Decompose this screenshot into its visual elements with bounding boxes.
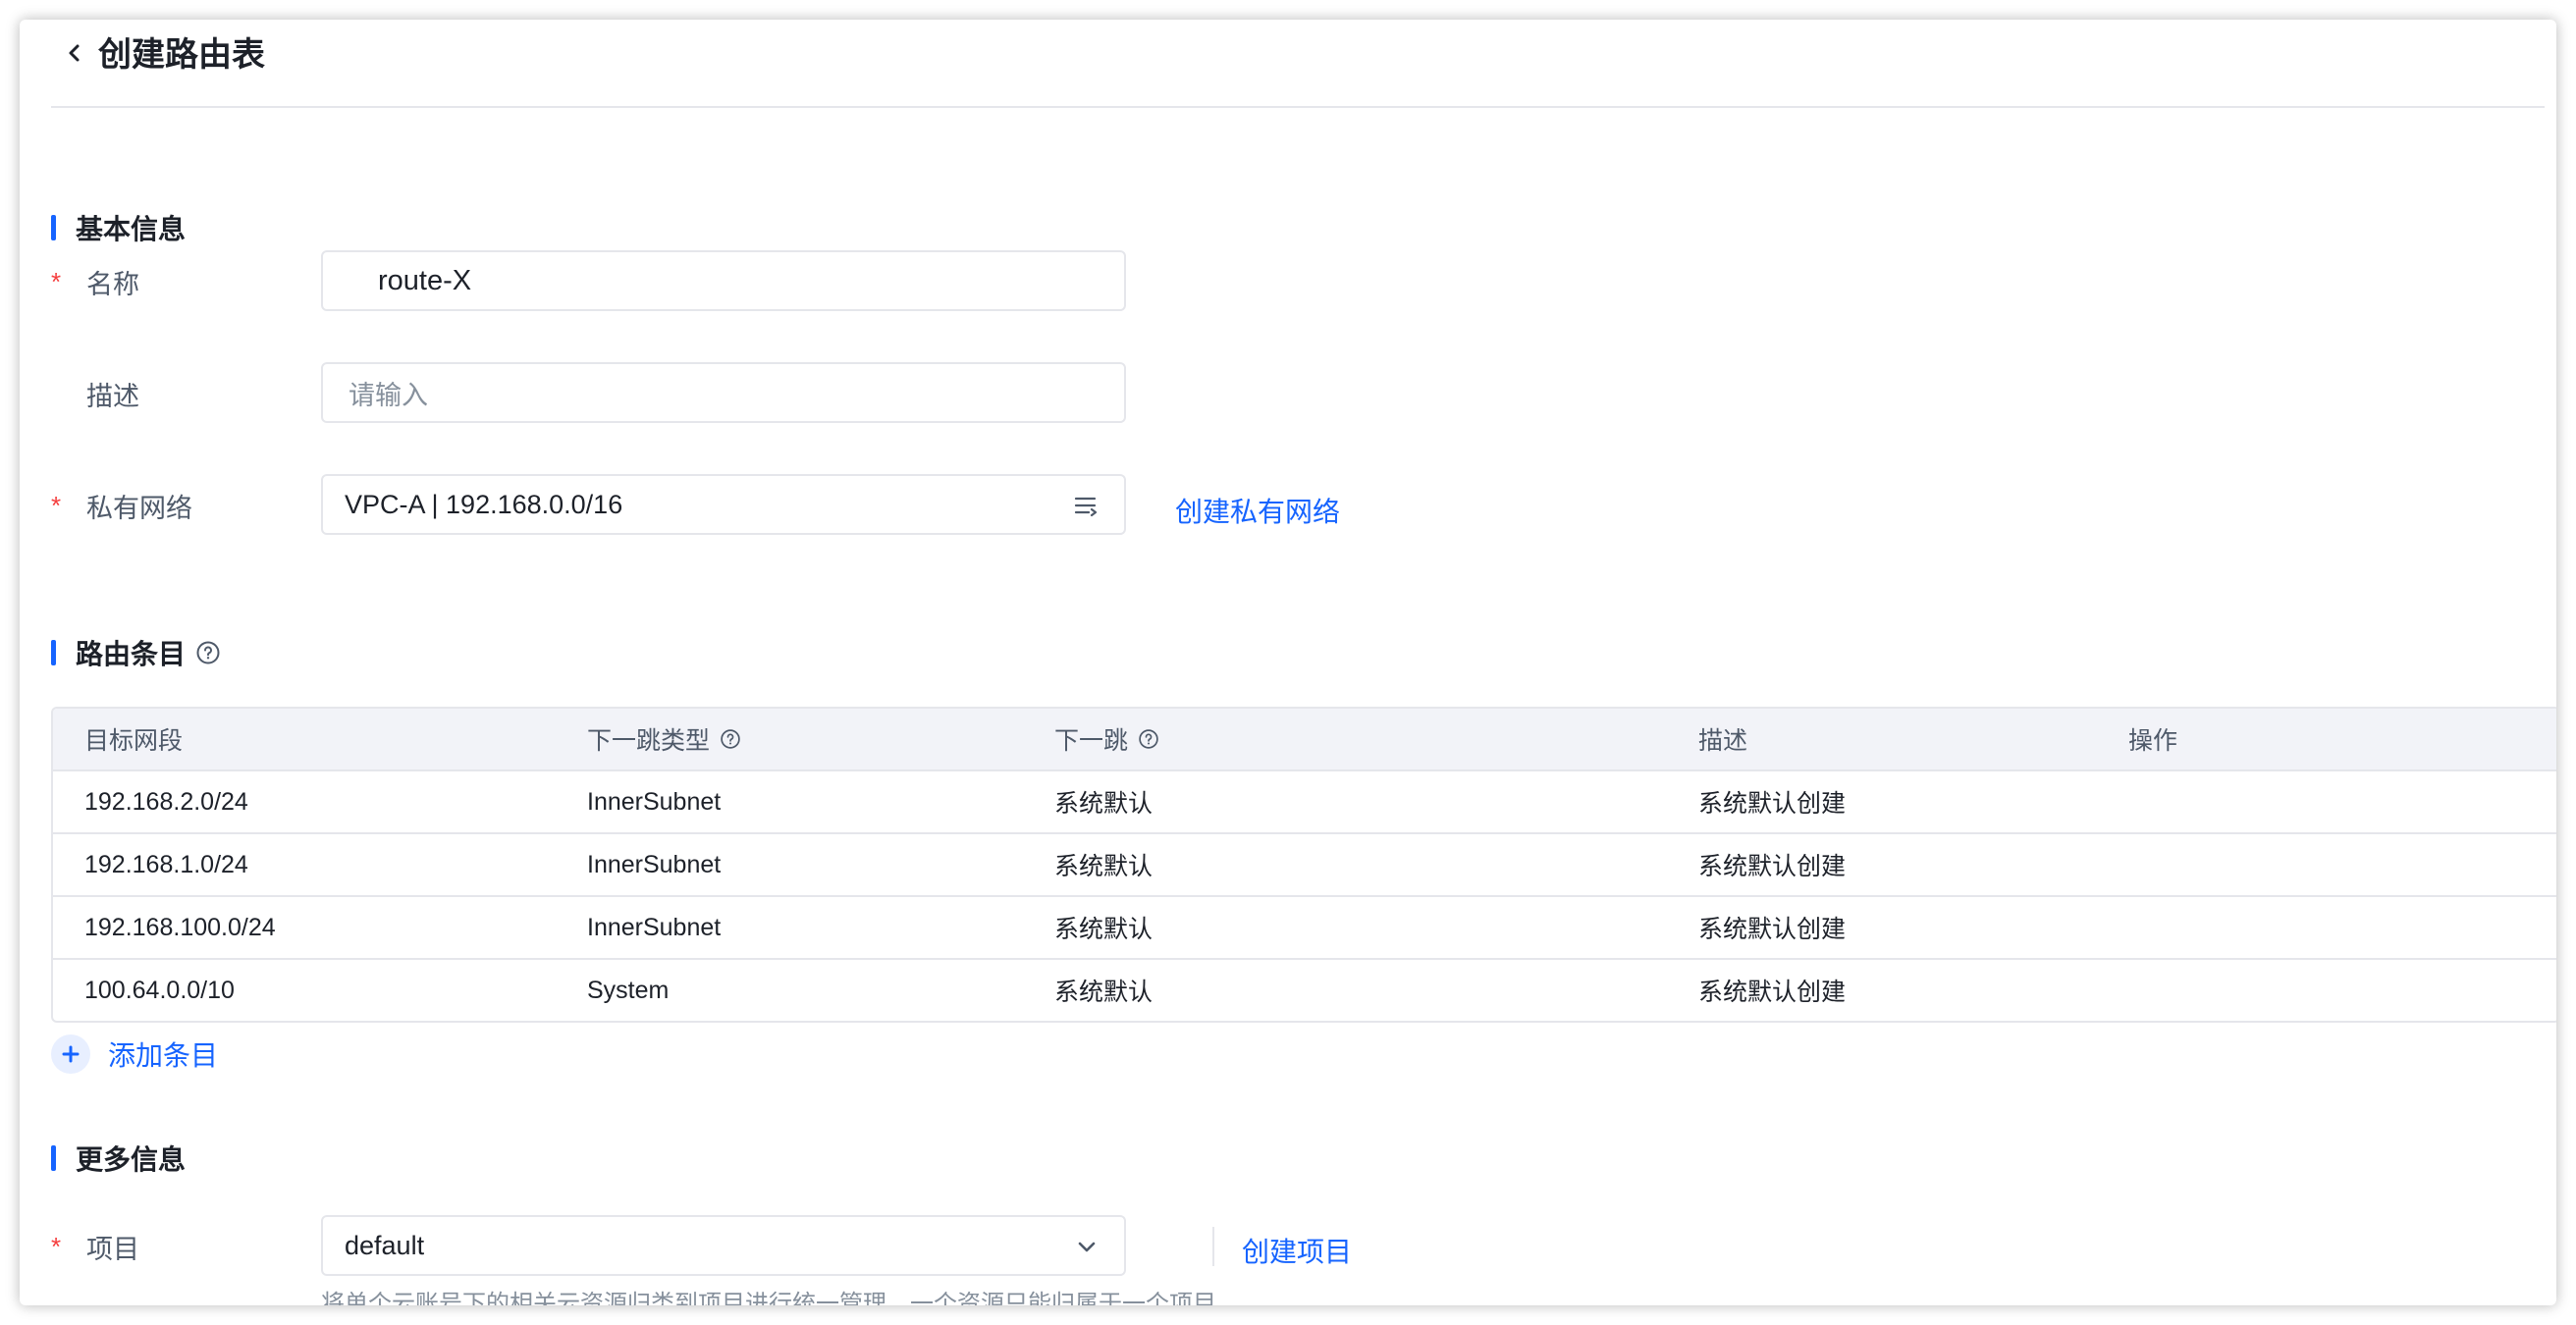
column-header-next-hop-type: 下一跳类型	[587, 721, 1054, 757]
cell-description: 系统默认创建	[1698, 790, 1847, 818]
cell-next-hop: 系统默认	[1054, 853, 1154, 880]
column-header-description: 描述	[1698, 727, 1748, 755]
cell-next-hop-type: System	[587, 976, 670, 1004]
route-entries-table: 目标网段 下一跳类型 下一跳 描述 操作 192.168.2.0/24 Inne…	[51, 707, 2556, 1023]
vpc-select-value: VPC-A | 192.168.0.0/16	[345, 489, 623, 519]
table-row: 100.64.0.0/10 System 系统默认 系统默认创建	[53, 960, 2556, 1021]
table-row: 192.168.1.0/24 InnerSubnet 系统默认 系统默认创建	[53, 834, 2556, 897]
cell-destination: 192.168.2.0/24	[84, 787, 248, 816]
column-header-text: 下一跳类型	[587, 727, 711, 755]
name-input[interactable]: route-X	[321, 250, 1126, 311]
description-placeholder: 请输入	[349, 380, 428, 410]
cell-destination: 100.64.0.0/10	[84, 976, 235, 1004]
description-label-text: 描述	[86, 381, 139, 411]
section-basic-info: 基本信息	[51, 208, 186, 247]
question-circle-icon[interactable]	[195, 640, 221, 665]
cell-description: 系统默认创建	[1698, 979, 1847, 1006]
section-title: 基本信息	[76, 214, 187, 244]
name-label-text: 名称	[86, 269, 139, 299]
add-entry-label: 添加条目	[108, 1040, 219, 1071]
question-circle-icon[interactable]	[720, 728, 741, 750]
window-frame: 创建路由表 基本信息 * 名称 route-X 描述 请输入 * 私有网络 VP…	[20, 20, 2556, 1305]
cell-description: 系统默认创建	[1698, 853, 1847, 880]
required-mark: *	[51, 266, 62, 296]
description-input[interactable]: 请输入	[321, 362, 1126, 423]
list-select-icon[interactable]	[1073, 493, 1100, 520]
column-header-actions: 操作	[2128, 727, 2178, 755]
cell-next-hop: 系统默认	[1054, 979, 1154, 1006]
section-title: 更多信息	[76, 1144, 187, 1175]
project-label: * 项目	[51, 1215, 139, 1278]
name-input-value: route-X	[378, 264, 472, 296]
required-mark: *	[51, 490, 62, 520]
vpc-select[interactable]: VPC-A | 192.168.0.0/16	[321, 474, 1126, 535]
section-title: 路由条目	[76, 639, 187, 669]
cell-next-hop: 系统默认	[1054, 916, 1154, 943]
section-accent-bar	[51, 640, 56, 665]
vpc-label-text: 私有网络	[86, 493, 192, 523]
description-label: 描述	[51, 362, 139, 425]
cell-destination: 192.168.100.0/24	[84, 913, 276, 941]
column-header-text: 下一跳	[1054, 727, 1129, 755]
cell-destination: 192.168.1.0/24	[84, 850, 248, 878]
table-row: 192.168.2.0/24 InnerSubnet 系统默认 系统默认创建	[53, 771, 2556, 834]
section-accent-bar	[51, 215, 56, 240]
column-header-next-hop: 下一跳	[1054, 721, 1698, 757]
chevron-down-icon[interactable]	[1073, 1234, 1100, 1261]
cell-next-hop: 系统默认	[1054, 790, 1154, 818]
project-select[interactable]: default	[321, 1215, 1126, 1276]
table-header: 目标网段 下一跳类型 下一跳 描述 操作	[53, 709, 2556, 771]
table-row: 192.168.100.0/24 InnerSubnet 系统默认 系统默认创建	[53, 897, 2556, 960]
chevron-left-icon[interactable]	[63, 41, 86, 65]
column-header-destination: 目标网段	[84, 727, 184, 755]
add-entry-button[interactable]: 添加条目	[51, 1034, 218, 1074]
cell-next-hop-type: InnerSubnet	[587, 787, 722, 816]
project-label-text: 项目	[86, 1234, 139, 1264]
create-project-link[interactable]: 创建项目	[1242, 1231, 1352, 1270]
cell-description: 系统默认创建	[1698, 916, 1847, 943]
name-label: * 名称	[51, 250, 139, 313]
plus-icon	[51, 1034, 90, 1074]
section-route-entries: 路由条目	[51, 633, 221, 672]
section-accent-bar	[51, 1145, 56, 1171]
project-hint: 将单个云账号下的相关云资源归类到项目进行统一管理，一个资源只能归属于一个项目。	[321, 1291, 1240, 1305]
vpc-label: * 私有网络	[51, 474, 192, 537]
cell-next-hop-type: InnerSubnet	[587, 913, 722, 941]
create-route-table-page: 创建路由表 基本信息 * 名称 route-X 描述 请输入 * 私有网络 VP…	[31, 20, 2556, 1305]
cell-next-hop-type: InnerSubnet	[587, 850, 722, 878]
create-vpc-link[interactable]: 创建私有网络	[1175, 491, 1340, 530]
page-title: 创建路由表	[98, 36, 265, 74]
divider	[1212, 1227, 1214, 1266]
required-mark: *	[51, 1231, 62, 1261]
page-header: 创建路由表	[51, 20, 2545, 108]
question-circle-icon[interactable]	[1138, 728, 1159, 750]
project-select-value: default	[345, 1230, 425, 1260]
section-more-info: 更多信息	[51, 1139, 186, 1178]
